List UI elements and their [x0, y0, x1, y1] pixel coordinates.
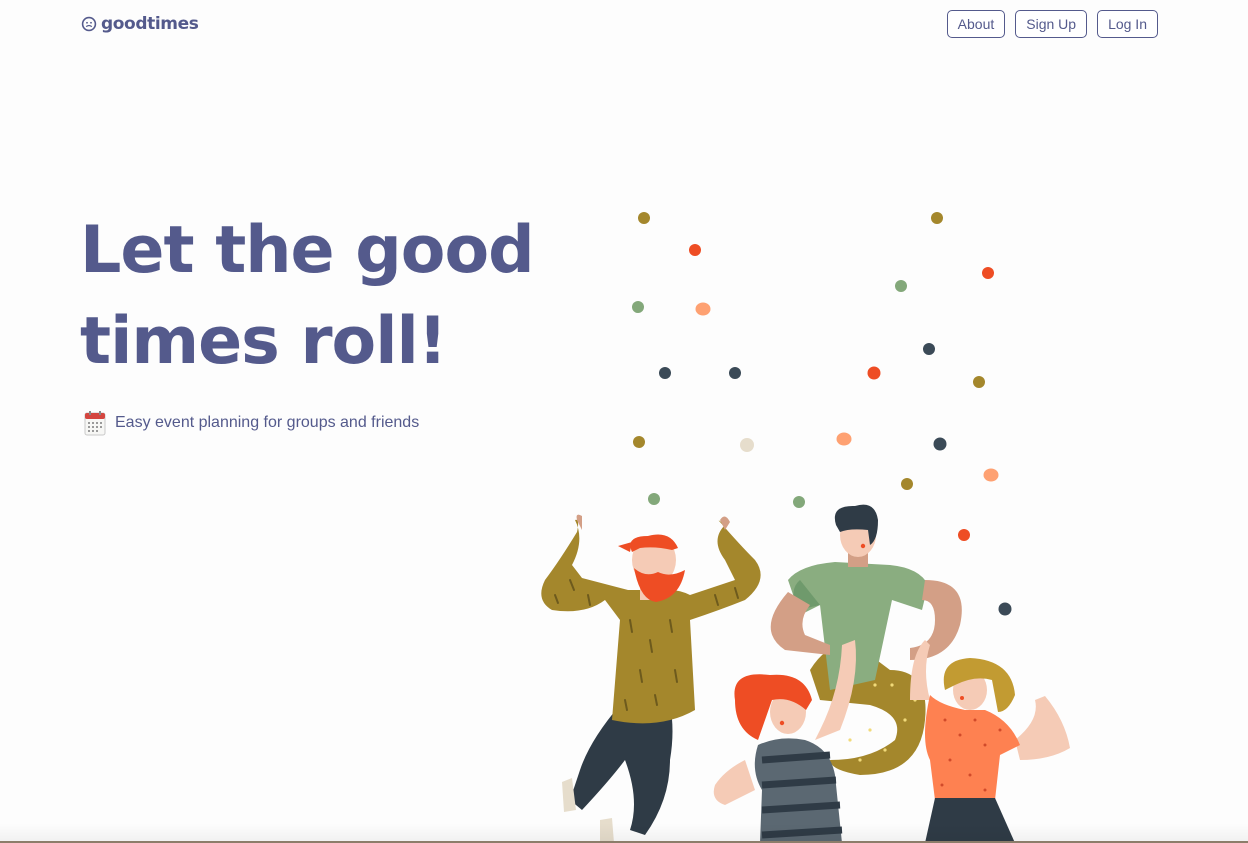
tagline-text: Easy event planning for groups and frien… — [115, 414, 420, 431]
hero-title: Let the good times roll! — [80, 205, 600, 387]
hero-title-line-2: times roll! — [80, 304, 447, 379]
smiley-icon — [81, 16, 97, 32]
about-button[interactable]: About — [946, 10, 1006, 38]
calendar-icon — [84, 411, 106, 436]
sign-up-button[interactable]: Sign Up — [1015, 10, 1088, 38]
logo[interactable]: goodtimes — [81, 14, 199, 34]
tagline: Easy event planning for groups and frien… — [84, 410, 419, 436]
dancing-friends-illustration — [541, 212, 1070, 843]
top-nav: About Sign Up Log In — [946, 10, 1158, 38]
coral-top-dancer — [910, 640, 1070, 843]
confetti — [632, 212, 1012, 616]
bottom-shadow — [0, 823, 1248, 843]
logo-text: goodtimes — [101, 14, 199, 34]
hero-title-line-1: Let the good — [80, 213, 535, 288]
log-in-button[interactable]: Log In — [1097, 10, 1158, 38]
